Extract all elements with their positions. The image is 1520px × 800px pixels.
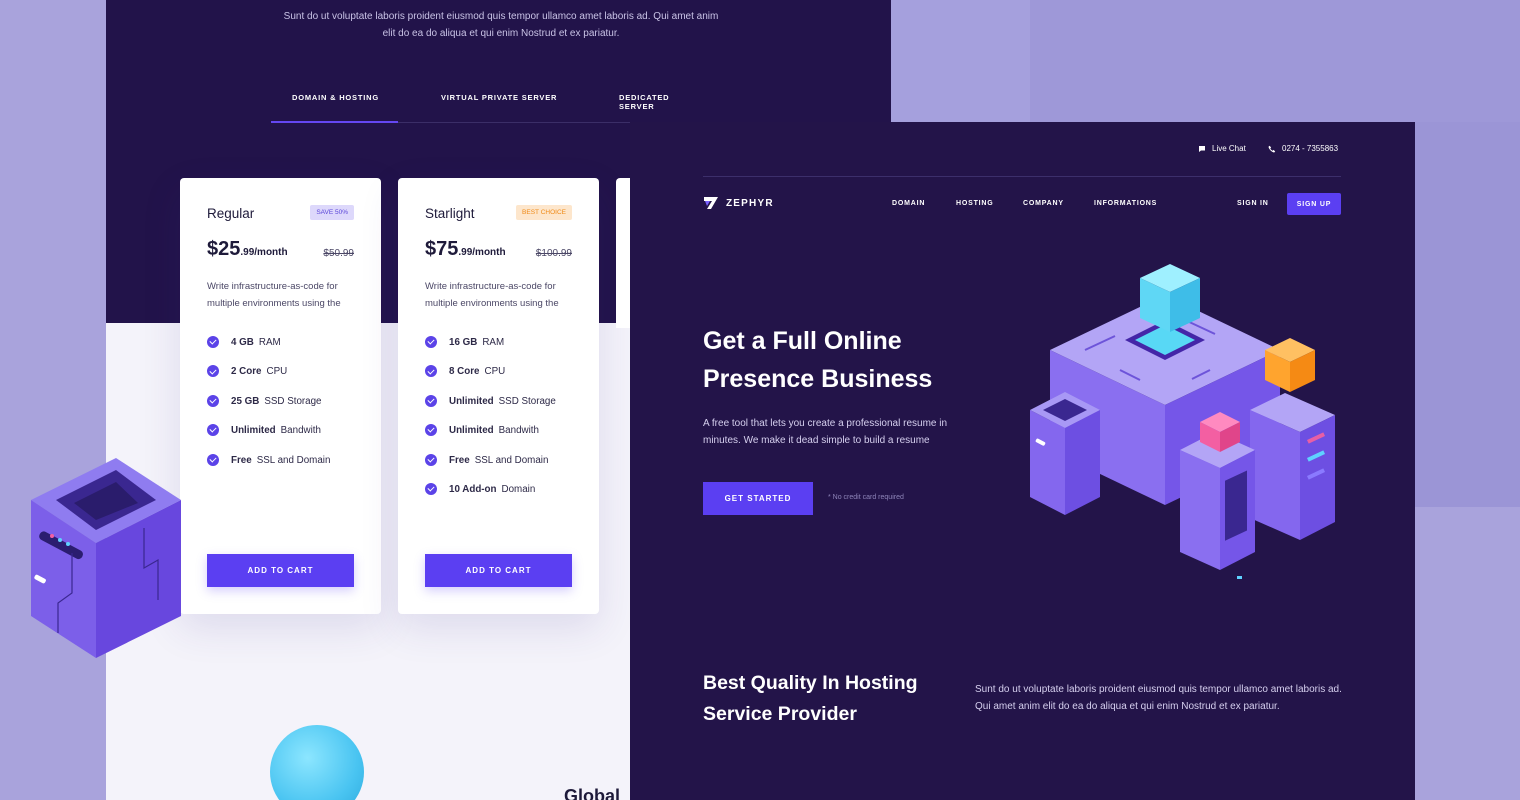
price-amount: $25 <box>207 238 241 260</box>
nav-informations[interactable]: INFORMATIONS <box>1094 200 1157 207</box>
section-description: Sunt do ut voluptate laboris proident ei… <box>975 684 1342 712</box>
price-period: .99/month <box>458 247 506 258</box>
feature-list: 16 GB RAM 8 Core CPU Unlimited SSD Storage … <box>425 336 556 513</box>
live-chat-label: Live Chat <box>1212 144 1246 153</box>
check-icon <box>425 482 437 495</box>
old-price: $100.99 <box>535 248 572 259</box>
check-icon <box>425 394 437 407</box>
feature-label: RAM <box>258 337 281 348</box>
brand-name: ZEPHYR <box>726 197 774 209</box>
tab-virtual-private-server[interactable]: VIRTUAL PRIVATE SERVER <box>441 93 557 102</box>
feature-label: CPU <box>484 366 506 378</box>
feature-item: 25 GB SSD Storage <box>207 394 330 425</box>
feature-label: SSD Storage <box>264 395 322 407</box>
feature-label: SSL and Domain <box>474 454 549 466</box>
nav-domain[interactable]: DOMAIN <box>892 200 925 207</box>
phone-link[interactable]: 0274 - 7355863 <box>1268 144 1338 153</box>
feature-value: 8 Core <box>449 366 480 378</box>
plan-badge: SAVE 50% <box>310 205 354 220</box>
check-icon <box>425 336 437 348</box>
server-illustration <box>1030 264 1335 579</box>
feature-label: Bandwith <box>498 425 539 437</box>
check-icon <box>207 394 219 407</box>
old-price: $50.99 <box>323 248 354 259</box>
feature-label: RAM <box>482 337 505 348</box>
feature-value: Unlimited <box>449 395 494 407</box>
divider <box>703 176 1341 177</box>
plan-card-partial <box>616 178 630 328</box>
active-tab-indicator <box>271 121 398 123</box>
plan-name: Starlight <box>425 206 475 221</box>
add-to-cart-button[interactable]: ADD TO CART <box>425 554 572 587</box>
get-started-button[interactable]: GET STARTED <box>703 482 813 515</box>
section-title: Best Quality In Hosting Service Provider <box>703 672 918 725</box>
hero-title: Get a Full Online Presence Business <box>703 327 933 393</box>
feature-item: 8 Core CPU <box>425 365 556 395</box>
section-heading-partial: Global <box>564 786 621 800</box>
feature-label: CPU <box>266 366 288 378</box>
plan-name: Regular <box>207 206 255 221</box>
feature-value: 4 GB <box>231 337 254 348</box>
plan-card-starlight: Starlight BEST CHOICE $75.99/month $100.… <box>398 178 599 614</box>
plan-price: $75.99/month <box>425 238 506 261</box>
plan-tabs: DOMAIN & HOSTING VIRTUAL PRIVATE SERVER … <box>271 93 669 123</box>
sign-in-link[interactable]: SIGN IN <box>1237 200 1269 207</box>
feature-value: Unlimited <box>231 425 276 437</box>
feature-item: 2 Core CPU <box>207 365 330 395</box>
check-icon <box>425 453 437 466</box>
background-panel <box>1415 122 1520 507</box>
feature-value: 2 Core <box>231 366 262 378</box>
feature-item: Unlimited Bandwith <box>207 424 330 454</box>
tab-domain-hosting[interactable]: DOMAIN & HOSTING <box>292 93 379 102</box>
feature-value: Free <box>449 454 470 466</box>
background-panel <box>1415 507 1520 800</box>
tab-dedicated-server[interactable]: DEDICATED SERVER <box>619 93 669 111</box>
feature-item: 16 GB RAM <box>425 336 556 366</box>
feature-item: Free SSL and Domain <box>425 453 556 484</box>
hero-page: Live Chat 0274 - 7355863 ZEPHYR DOMAIN H… <box>630 122 1415 800</box>
feature-value: 16 GB <box>449 337 478 348</box>
server-cube-illustration <box>31 458 181 658</box>
price-amount: $75 <box>425 238 459 260</box>
zephyr-logo-icon <box>704 197 718 209</box>
hero-description: A free tool that lets you create a profe… <box>703 418 948 446</box>
nav-hosting[interactable]: HOSTING <box>956 200 994 207</box>
sign-up-button[interactable]: SIGN UP <box>1287 193 1341 215</box>
feature-item: Unlimited Bandwith <box>425 424 556 454</box>
live-chat-link[interactable]: Live Chat <box>1198 144 1246 153</box>
feature-label: Bandwith <box>280 425 321 437</box>
no-credit-card-note: * No credit card required <box>828 494 904 501</box>
pricing-intro-text: Sunt do ut voluptate laboris proident ei… <box>283 11 719 39</box>
check-icon <box>207 336 219 348</box>
feature-label: Domain <box>501 483 536 495</box>
nav-company[interactable]: COMPANY <box>1023 200 1064 207</box>
plan-description: Write infrastructure-as-code for multipl… <box>207 281 341 309</box>
chat-icon <box>1199 145 1205 152</box>
check-icon <box>207 365 219 378</box>
brand-logo[interactable]: ZEPHYR <box>703 196 774 210</box>
background-panel <box>1030 0 1520 122</box>
price-period: .99/month <box>240 247 288 258</box>
background-panel <box>890 0 1030 122</box>
phone-number: 0274 - 7355863 <box>1282 144 1339 153</box>
globe-illustration <box>270 725 364 800</box>
plan-badge: BEST CHOICE <box>516 205 572 220</box>
plan-price: $25.99/month <box>207 238 288 261</box>
feature-value: Unlimited <box>449 425 494 437</box>
plan-description: Write infrastructure-as-code for multipl… <box>425 281 559 309</box>
feature-item: Unlimited SSD Storage <box>425 394 556 425</box>
feature-label: SSD Storage <box>498 395 556 407</box>
feature-value: 25 GB <box>231 395 260 407</box>
check-icon <box>425 424 437 437</box>
check-icon <box>207 424 219 437</box>
feature-item: 4 GB RAM <box>207 336 330 366</box>
phone-icon <box>1268 145 1276 152</box>
feature-item: 10 Add-on Domain <box>425 482 556 513</box>
feature-value: 10 Add-on <box>449 483 497 495</box>
check-icon <box>425 365 437 378</box>
